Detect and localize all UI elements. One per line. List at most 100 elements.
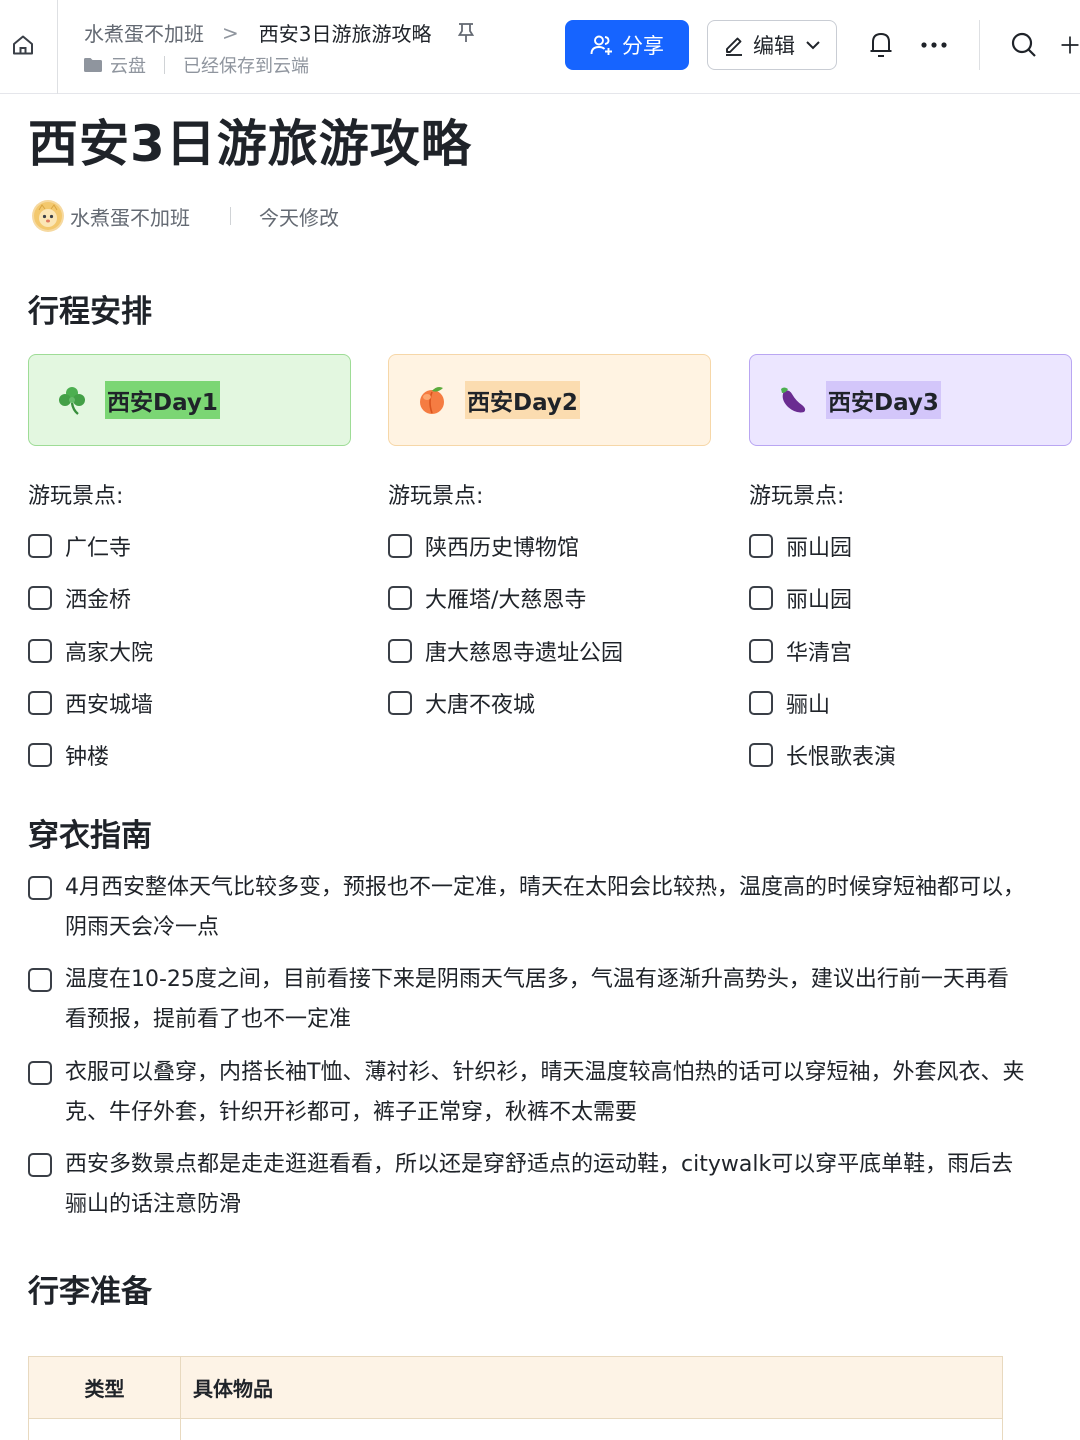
checkbox[interactable]	[749, 534, 773, 558]
modified-time: 今天修改	[259, 205, 339, 230]
todo-item: 高家大院	[28, 635, 153, 667]
todo-text: 西安城墙	[65, 693, 154, 718]
todo-text: 长恨歌表演	[786, 745, 897, 770]
checkbox[interactable]	[28, 968, 52, 992]
checkbox[interactable]	[28, 876, 52, 900]
todo-item: 钟楼	[28, 739, 109, 771]
todo-item: 丽山园	[749, 530, 852, 562]
todo-text: 西安多数景点都是走走逛逛看看，所以还是穿舒适点的运动鞋，citywalk可以穿平…	[65, 1152, 1014, 1217]
checkbox[interactable]	[388, 534, 412, 558]
breadcrumb: 水煮蛋不加班 > 西安3日游旅游攻略	[84, 18, 476, 47]
checkbox[interactable]	[749, 639, 773, 663]
column-header-type[interactable]: 类型	[29, 1357, 181, 1418]
eggplant-icon	[776, 383, 810, 417]
todo-text: 4月西安整体天气比较多变，预报也不一定准，晴天在太阳会比较热，温度高的时候穿短袖…	[65, 875, 1026, 940]
users-icon	[590, 35, 612, 55]
todo-item: 西安城墙	[28, 687, 153, 719]
todo-item: 大唐不夜城	[388, 687, 535, 719]
todo-text: 钟楼	[65, 745, 110, 770]
todo-text: 衣服可以叠穿，内搭长袖T恤、薄衬衫、针织衫，晴天温度较高怕热的话可以穿短袖，外套…	[65, 1060, 1025, 1125]
todo-text: 华清宫	[786, 641, 853, 666]
chevron-down-icon	[805, 40, 821, 50]
todo-text: 大唐不夜城	[425, 693, 536, 718]
table-header: 类型 具体物品	[29, 1357, 1002, 1419]
checkbox[interactable]	[28, 691, 52, 715]
bell-icon[interactable]	[866, 28, 896, 62]
peach-icon	[415, 383, 449, 417]
todo-text: 丽山园	[786, 536, 853, 561]
plus-icon[interactable]	[1060, 28, 1080, 62]
todo-item: 广仁寺	[28, 530, 131, 562]
folder-icon	[84, 58, 102, 72]
todo-item: 长恨歌表演	[749, 739, 896, 771]
todo-item: 唐大慈恩寺遗址公园	[388, 635, 623, 667]
checkbox[interactable]	[388, 691, 412, 715]
avatar[interactable]	[32, 200, 64, 232]
table-cell[interactable]	[29, 1419, 181, 1440]
share-button[interactable]: 分享	[565, 20, 689, 70]
doc-location: 云盘 已经保存到云端	[84, 52, 309, 78]
checkbox[interactable]	[28, 639, 52, 663]
checkbox[interactable]	[28, 534, 52, 558]
edit-button[interactable]: 编辑	[707, 20, 837, 70]
spots-label: 游玩景点:	[749, 484, 845, 509]
checkbox[interactable]	[749, 586, 773, 610]
more-icon[interactable]	[918, 28, 950, 62]
doc-meta: 水煮蛋不加班 今天修改	[32, 200, 339, 232]
day-card-3[interactable]: 西安Day3	[749, 354, 1072, 446]
day-card-1[interactable]: 西安Day1	[28, 354, 351, 446]
todo-text: 高家大院	[65, 641, 154, 666]
todo-item: 4月西安整体天气比较多变，预报也不一定准，晴天在太阳会比较热，温度高的时候穿短袖…	[28, 868, 1028, 948]
todo-item: 华清宫	[749, 635, 852, 667]
checkbox[interactable]	[388, 639, 412, 663]
luggage-table: 类型 具体物品	[28, 1356, 1003, 1440]
share-label: 分享	[622, 34, 664, 58]
divider	[57, 0, 58, 94]
checkbox[interactable]	[28, 1061, 52, 1085]
spots-label: 游玩景点:	[388, 484, 484, 509]
divider	[164, 56, 165, 74]
checkbox[interactable]	[749, 691, 773, 715]
pencil-icon	[723, 34, 745, 56]
breadcrumb-separator: >	[222, 20, 239, 45]
checkbox[interactable]	[28, 1153, 52, 1177]
todo-text: 唐大慈恩寺遗址公园	[425, 641, 624, 666]
checkbox[interactable]	[28, 743, 52, 767]
section-heading-clothing: 穿衣指南	[28, 818, 152, 854]
table-row	[29, 1419, 1002, 1440]
page-title: 西安3日游旅游攻略	[28, 115, 472, 173]
checkbox[interactable]	[28, 586, 52, 610]
day-card-2[interactable]: 西安Day2	[388, 354, 711, 446]
location-label[interactable]: 云盘	[110, 52, 146, 78]
todo-item: 大雁塔/大慈恩寺	[388, 582, 586, 614]
pin-icon[interactable]	[456, 22, 476, 44]
todo-text: 广仁寺	[65, 536, 132, 561]
author-name[interactable]: 水煮蛋不加班	[70, 202, 190, 231]
checkbox[interactable]	[749, 743, 773, 767]
divider	[979, 20, 980, 70]
todo-item: 西安多数景点都是走走逛逛看看，所以还是穿舒适点的运动鞋，citywalk可以穿平…	[28, 1145, 1028, 1225]
save-status: 已经保存到云端	[183, 56, 309, 77]
todo-text: 陕西历史博物馆	[425, 536, 580, 561]
breadcrumb-parent[interactable]: 水煮蛋不加班	[84, 18, 204, 47]
todo-item: 洒金桥	[28, 582, 131, 614]
todo-text: 骊山	[786, 693, 831, 718]
todo-item: 骊山	[749, 687, 830, 719]
todo-text: 丽山园	[786, 588, 853, 613]
todo-item: 丽山园	[749, 582, 852, 614]
home-icon[interactable]	[8, 30, 38, 60]
divider	[230, 207, 231, 225]
todo-item: 陕西历史博物馆	[388, 530, 579, 562]
section-heading-itinerary: 行程安排	[28, 294, 152, 330]
todo-text: 大雁塔/大慈恩寺	[425, 588, 587, 613]
checkbox[interactable]	[388, 586, 412, 610]
search-icon[interactable]	[1008, 28, 1040, 62]
day-card-label: 西安Day3	[826, 381, 941, 419]
day-card-label: 西安Day2	[465, 381, 580, 419]
todo-text: 温度在10-25度之间，目前看接下来是阴雨天气居多，气温有逐渐升高势头，建议出行…	[65, 967, 1009, 1032]
todo-item: 温度在10-25度之间，目前看接下来是阴雨天气居多，气温有逐渐升高势头，建议出行…	[28, 960, 1028, 1040]
column-header-items[interactable]: 具体物品	[181, 1357, 273, 1418]
edit-label: 编辑	[753, 34, 795, 58]
todo-item: 衣服可以叠穿，内搭长袖T恤、薄衬衫、针织衫，晴天温度较高怕热的话可以穿短袖，外套…	[28, 1053, 1028, 1133]
breadcrumb-current[interactable]: 西安3日游旅游攻略	[259, 18, 432, 47]
